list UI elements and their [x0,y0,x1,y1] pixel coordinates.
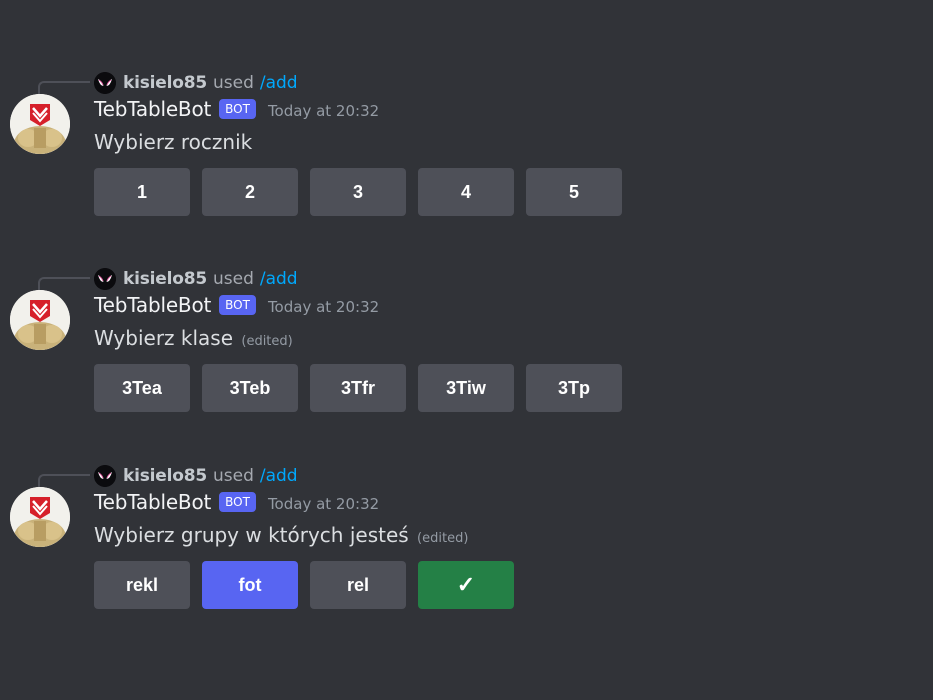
message-content: Wybierz grupy w których jesteś (edited) [94,523,468,547]
author-name[interactable]: TebTableBot [94,490,211,514]
class-button-3teb[interactable]: 3Teb [202,364,298,412]
author-name[interactable]: TebTableBot [94,97,211,121]
reply-used-text: used [212,73,254,93]
bot-tag: BOT [219,492,256,512]
confirm-button[interactable]: ✓ [418,561,514,609]
class-button-3tea[interactable]: 3Tea [94,364,190,412]
button-row: rekl fot rel ✓ [94,561,514,609]
spider-mask-avatar-icon[interactable] [94,465,116,487]
message-text: Wybierz klase [94,326,234,350]
group-button-fot[interactable]: fot [202,561,298,609]
reply-used-text: used [212,269,254,289]
button-row: 1 2 3 4 5 [94,168,622,216]
class-button-3tp[interactable]: 3Tp [526,364,622,412]
bot-tag: BOT [219,99,256,119]
spider-mask-avatar-icon[interactable] [94,268,116,290]
edited-label: (edited) [241,334,293,349]
message-content: Wybierz rocznik [94,130,252,154]
message-text: Wybierz rocznik [94,130,253,154]
year-button-2[interactable]: 2 [202,168,298,216]
year-button-5[interactable]: 5 [526,168,622,216]
reply-context[interactable]: kisielo85 used /add [94,465,298,487]
year-button-3[interactable]: 3 [310,168,406,216]
reply-command-link[interactable]: /add [260,73,298,93]
edited-label: (edited) [417,531,469,546]
reply-command-link[interactable]: /add [260,466,298,486]
message-header: TebTableBot BOT Today at 20:32 [94,489,379,515]
tebtablebot-avatar-icon[interactable] [10,290,70,350]
timestamp: Today at 20:32 [267,101,380,120]
message-2: kisielo85 used /add TebTableBot BOT Toda… [0,268,933,438]
tebtablebot-avatar-icon[interactable] [10,487,70,547]
reply-context[interactable]: kisielo85 used /add [94,268,298,290]
author-name[interactable]: TebTableBot [94,293,211,317]
reply-username[interactable]: kisielo85 [123,466,207,486]
tebtablebot-avatar-icon[interactable] [10,94,70,154]
message-header: TebTableBot BOT Today at 20:32 [94,292,379,318]
year-button-1[interactable]: 1 [94,168,190,216]
group-button-rekl[interactable]: rekl [94,561,190,609]
message-3: kisielo85 used /add TebTableBot BOT Toda… [0,465,933,635]
message-text: Wybierz grupy w których jesteś [94,523,409,547]
button-row: 3Tea 3Teb 3Tfr 3Tiw 3Tp [94,364,622,412]
message-1: kisielo85 used /add TebTableBot BOT Toda… [0,72,933,242]
year-button-4[interactable]: 4 [418,168,514,216]
timestamp: Today at 20:32 [267,494,380,513]
group-button-rel[interactable]: rel [310,561,406,609]
class-button-3tfr[interactable]: 3Tfr [310,364,406,412]
reply-username[interactable]: kisielo85 [123,269,207,289]
spider-mask-avatar-icon[interactable] [94,72,116,94]
message-content: Wybierz klase (edited) [94,326,293,350]
timestamp: Today at 20:32 [267,297,380,316]
class-button-3tiw[interactable]: 3Tiw [418,364,514,412]
reply-command-link[interactable]: /add [260,269,298,289]
reply-username[interactable]: kisielo85 [123,73,207,93]
message-header: TebTableBot BOT Today at 20:32 [94,96,379,122]
reply-context[interactable]: kisielo85 used /add [94,72,298,94]
reply-used-text: used [212,466,254,486]
bot-tag: BOT [219,295,256,315]
